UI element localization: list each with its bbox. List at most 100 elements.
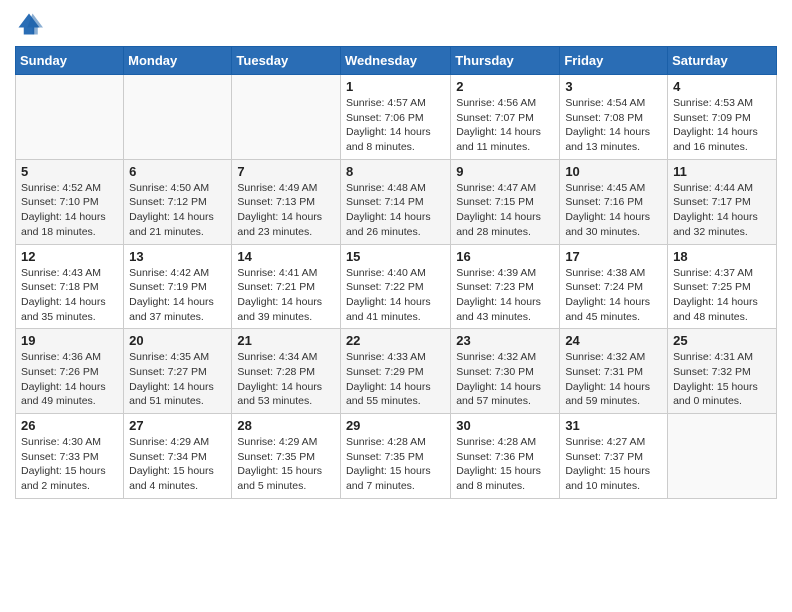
day-number: 7 bbox=[237, 164, 335, 179]
calendar-cell bbox=[668, 414, 777, 499]
calendar-cell: 24Sunrise: 4:32 AMSunset: 7:31 PMDayligh… bbox=[560, 329, 668, 414]
day-number: 9 bbox=[456, 164, 554, 179]
day-number: 18 bbox=[673, 249, 771, 264]
day-number: 28 bbox=[237, 418, 335, 433]
calendar-cell: 27 Sunrise: 4:29 AMSunset: 7:34 PMDayligh… bbox=[124, 414, 232, 499]
day-info: Sunrise: 4:44 AMSunset: 7:17 PMDaylight:… bbox=[673, 181, 771, 240]
weekday-header-saturday: Saturday bbox=[668, 47, 777, 75]
calendar-week-4: 19Sunrise: 4:36 AMSunset: 7:26 PMDayligh… bbox=[16, 329, 777, 414]
day-info: Sunrise: 4:41 AMSunset: 7:21 PMDaylight:… bbox=[237, 266, 335, 325]
weekday-header-monday: Monday bbox=[124, 47, 232, 75]
day-info: Sunrise: 4:42 AMSunset: 7:19 PMDaylight:… bbox=[129, 266, 226, 325]
calendar-cell: 31 Sunrise: 4:27 AMSunset: 7:37 PMDayligh… bbox=[560, 414, 668, 499]
calendar-cell: 2 Sunrise: 4:56 AMSunset: 7:07 PMDaylight… bbox=[451, 75, 560, 160]
calendar-cell: 12 Sunrise: 4:43 AMSunset: 7:18 PMDayligh… bbox=[16, 244, 124, 329]
day-info: Sunrise: 4:28 AMSunset: 7:36 PMDaylight:… bbox=[456, 435, 554, 494]
weekday-header-row: SundayMondayTuesdayWednesdayThursdayFrid… bbox=[16, 47, 777, 75]
day-number: 22 bbox=[346, 333, 445, 348]
day-info: Sunrise: 4:54 AMSunset: 7:08 PMDaylight:… bbox=[565, 96, 662, 155]
calendar-cell: 13 Sunrise: 4:42 AMSunset: 7:19 PMDayligh… bbox=[124, 244, 232, 329]
day-number: 19 bbox=[21, 333, 118, 348]
calendar-table: SundayMondayTuesdayWednesdayThursdayFrid… bbox=[15, 46, 777, 499]
day-info: Sunrise: 4:48 AMSunset: 7:14 PMDaylight:… bbox=[346, 181, 445, 240]
calendar-cell: 9 Sunrise: 4:47 AMSunset: 7:15 PMDaylight… bbox=[451, 159, 560, 244]
calendar-cell: 1 Sunrise: 4:57 AMSunset: 7:06 PMDaylight… bbox=[340, 75, 450, 160]
calendar-cell bbox=[124, 75, 232, 160]
day-number: 11 bbox=[673, 164, 771, 179]
calendar-cell: 30Sunrise: 4:28 AMSunset: 7:36 PMDayligh… bbox=[451, 414, 560, 499]
calendar-cell: 17Sunrise: 4:38 AMSunset: 7:24 PMDayligh… bbox=[560, 244, 668, 329]
day-number: 13 bbox=[129, 249, 226, 264]
calendar-week-5: 26 Sunrise: 4:30 AMSunset: 7:33 PMDayligh… bbox=[16, 414, 777, 499]
day-number: 8 bbox=[346, 164, 445, 179]
calendar-week-2: 5Sunrise: 4:52 AMSunset: 7:10 PMDaylight… bbox=[16, 159, 777, 244]
calendar-week-3: 12 Sunrise: 4:43 AMSunset: 7:18 PMDayligh… bbox=[16, 244, 777, 329]
day-number: 24 bbox=[565, 333, 662, 348]
day-number: 12 bbox=[21, 249, 118, 264]
day-number: 1 bbox=[346, 79, 445, 94]
calendar-week-1: 1 Sunrise: 4:57 AMSunset: 7:06 PMDaylight… bbox=[16, 75, 777, 160]
calendar-cell: 10 Sunrise: 4:45 AMSunset: 7:16 PMDayligh… bbox=[560, 159, 668, 244]
calendar-cell: 14 Sunrise: 4:41 AMSunset: 7:21 PMDayligh… bbox=[232, 244, 341, 329]
calendar-cell: 16 Sunrise: 4:39 AMSunset: 7:23 PMDayligh… bbox=[451, 244, 560, 329]
calendar-cell: 26 Sunrise: 4:30 AMSunset: 7:33 PMDayligh… bbox=[16, 414, 124, 499]
day-info: Sunrise: 4:37 AMSunset: 7:25 PMDaylight:… bbox=[673, 266, 771, 325]
calendar-cell: 4 Sunrise: 4:53 AMSunset: 7:09 PMDaylight… bbox=[668, 75, 777, 160]
header bbox=[15, 10, 777, 38]
calendar-cell: 20Sunrise: 4:35 AMSunset: 7:27 PMDayligh… bbox=[124, 329, 232, 414]
day-info: Sunrise: 4:35 AMSunset: 7:27 PMDaylight:… bbox=[129, 350, 226, 409]
weekday-header-wednesday: Wednesday bbox=[340, 47, 450, 75]
day-number: 16 bbox=[456, 249, 554, 264]
calendar-cell: 11 Sunrise: 4:44 AMSunset: 7:17 PMDayligh… bbox=[668, 159, 777, 244]
day-number: 14 bbox=[237, 249, 335, 264]
day-info: Sunrise: 4:29 AMSunset: 7:34 PMDaylight:… bbox=[129, 435, 226, 494]
calendar-cell: 8 Sunrise: 4:48 AMSunset: 7:14 PMDaylight… bbox=[340, 159, 450, 244]
day-info: Sunrise: 4:40 AMSunset: 7:22 PMDaylight:… bbox=[346, 266, 445, 325]
day-number: 6 bbox=[129, 164, 226, 179]
calendar-cell: 5Sunrise: 4:52 AMSunset: 7:10 PMDaylight… bbox=[16, 159, 124, 244]
day-info: Sunrise: 4:30 AMSunset: 7:33 PMDaylight:… bbox=[21, 435, 118, 494]
day-info: Sunrise: 4:49 AMSunset: 7:13 PMDaylight:… bbox=[237, 181, 335, 240]
calendar-cell: 22 Sunrise: 4:33 AMSunset: 7:29 PMDayligh… bbox=[340, 329, 450, 414]
calendar-cell bbox=[232, 75, 341, 160]
logo-icon bbox=[15, 10, 43, 38]
day-info: Sunrise: 4:43 AMSunset: 7:18 PMDaylight:… bbox=[21, 266, 118, 325]
day-info: Sunrise: 4:56 AMSunset: 7:07 PMDaylight:… bbox=[456, 96, 554, 155]
calendar-cell: 21Sunrise: 4:34 AMSunset: 7:28 PMDayligh… bbox=[232, 329, 341, 414]
day-info: Sunrise: 4:29 AMSunset: 7:35 PMDaylight:… bbox=[237, 435, 335, 494]
day-info: Sunrise: 4:34 AMSunset: 7:28 PMDaylight:… bbox=[237, 350, 335, 409]
day-info: Sunrise: 4:57 AMSunset: 7:06 PMDaylight:… bbox=[346, 96, 445, 155]
day-info: Sunrise: 4:39 AMSunset: 7:23 PMDaylight:… bbox=[456, 266, 554, 325]
day-info: Sunrise: 4:47 AMSunset: 7:15 PMDaylight:… bbox=[456, 181, 554, 240]
day-info: Sunrise: 4:52 AMSunset: 7:10 PMDaylight:… bbox=[21, 181, 118, 240]
calendar-cell: 25 Sunrise: 4:31 AMSunset: 7:32 PMDayligh… bbox=[668, 329, 777, 414]
day-number: 3 bbox=[565, 79, 662, 94]
day-number: 10 bbox=[565, 164, 662, 179]
day-number: 17 bbox=[565, 249, 662, 264]
day-number: 15 bbox=[346, 249, 445, 264]
weekday-header-sunday: Sunday bbox=[16, 47, 124, 75]
day-info: Sunrise: 4:53 AMSunset: 7:09 PMDaylight:… bbox=[673, 96, 771, 155]
day-info: Sunrise: 4:27 AMSunset: 7:37 PMDaylight:… bbox=[565, 435, 662, 494]
weekday-header-thursday: Thursday bbox=[451, 47, 560, 75]
calendar-cell: 18 Sunrise: 4:37 AMSunset: 7:25 PMDayligh… bbox=[668, 244, 777, 329]
logo bbox=[15, 10, 47, 38]
day-number: 4 bbox=[673, 79, 771, 94]
day-number: 27 bbox=[129, 418, 226, 433]
calendar-cell: 19Sunrise: 4:36 AMSunset: 7:26 PMDayligh… bbox=[16, 329, 124, 414]
day-number: 26 bbox=[21, 418, 118, 433]
day-number: 31 bbox=[565, 418, 662, 433]
day-info: Sunrise: 4:45 AMSunset: 7:16 PMDaylight:… bbox=[565, 181, 662, 240]
calendar-cell: 15 Sunrise: 4:40 AMSunset: 7:22 PMDayligh… bbox=[340, 244, 450, 329]
calendar-cell: 7 Sunrise: 4:49 AMSunset: 7:13 PMDaylight… bbox=[232, 159, 341, 244]
day-number: 2 bbox=[456, 79, 554, 94]
day-info: Sunrise: 4:31 AMSunset: 7:32 PMDaylight:… bbox=[673, 350, 771, 409]
day-number: 25 bbox=[673, 333, 771, 348]
calendar-cell: 28 Sunrise: 4:29 AMSunset: 7:35 PMDayligh… bbox=[232, 414, 341, 499]
day-number: 23 bbox=[456, 333, 554, 348]
weekday-header-friday: Friday bbox=[560, 47, 668, 75]
day-info: Sunrise: 4:32 AMSunset: 7:30 PMDaylight:… bbox=[456, 350, 554, 409]
page: SundayMondayTuesdayWednesdayThursdayFrid… bbox=[0, 0, 792, 612]
day-number: 29 bbox=[346, 418, 445, 433]
day-info: Sunrise: 4:33 AMSunset: 7:29 PMDaylight:… bbox=[346, 350, 445, 409]
